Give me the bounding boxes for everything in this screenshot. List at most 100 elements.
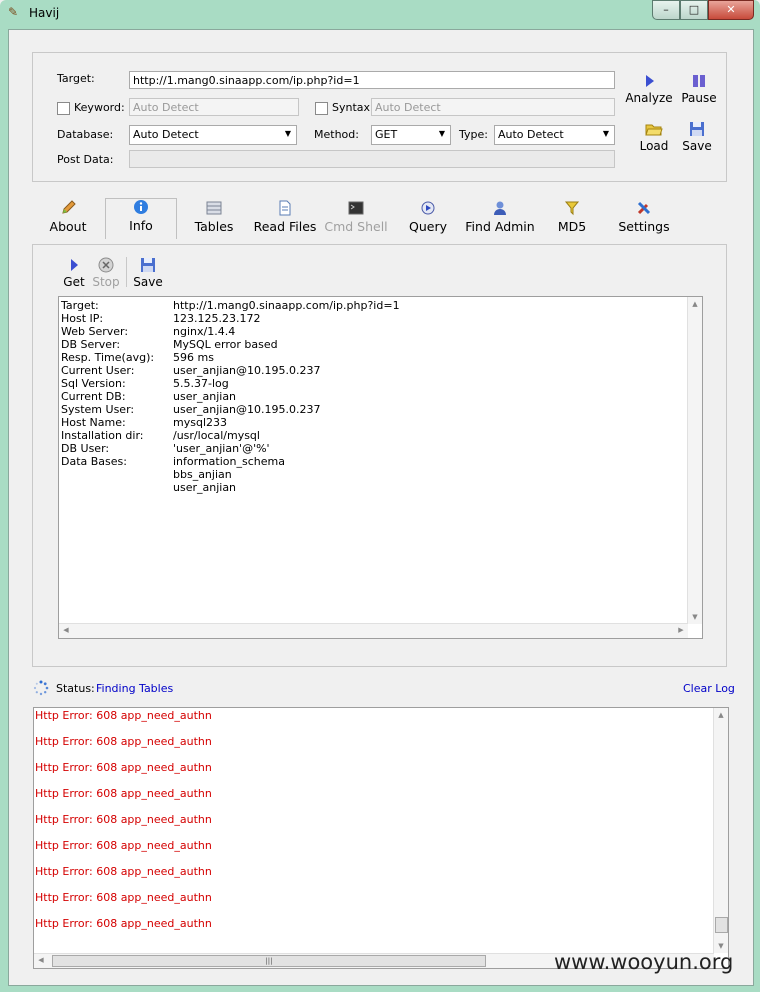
get-button[interactable]: Get — [61, 257, 87, 289]
toolbar-divider — [126, 257, 127, 287]
tab-md5-label: MD5 — [557, 219, 587, 234]
tab-query-label: Query — [409, 219, 447, 234]
get-label: Get — [63, 275, 85, 289]
type-select-value: Auto Detect — [498, 128, 564, 141]
log-vertical-scrollbar[interactable]: ▲ ▼ — [713, 708, 728, 953]
info-row: Target: http://1.mang0.sinaapp.com/ip.php… — [61, 299, 400, 312]
tab-cmd-shell[interactable]: Cmd Shell — [324, 200, 388, 240]
status-value: Finding Tables — [96, 682, 174, 695]
save-button[interactable]: Save — [678, 121, 716, 153]
info-row: bbs_anjian — [61, 468, 232, 481]
pencil-icon — [62, 200, 76, 214]
log-hscroll-thumb[interactable]: ||| — [52, 955, 486, 967]
info-key: Sql Version: — [61, 377, 126, 390]
database-label: Database: — [57, 128, 114, 141]
scroll-up-icon[interactable]: ▲ — [714, 711, 728, 719]
log-line: Http Error: 608 app_need_authn — [35, 917, 212, 930]
info-key: Host IP: — [61, 312, 104, 325]
info-row: Host IP: 123.125.23.172 — [61, 312, 260, 325]
info-vertical-scrollbar[interactable]: ▲ ▼ — [687, 297, 702, 624]
method-select[interactable]: GET ▼ — [371, 125, 451, 145]
info-horizontal-scrollbar[interactable]: ◀ ▶ — [59, 623, 688, 638]
play-icon — [71, 259, 78, 271]
info-value: 596 ms — [173, 351, 214, 364]
syntax-input[interactable]: Auto Detect — [371, 98, 615, 116]
info-value: mysql233 — [173, 416, 227, 429]
info-value: user_anjian — [173, 390, 237, 403]
type-label: Type: — [459, 128, 488, 141]
analyze-button[interactable]: Analyze — [624, 73, 674, 105]
info-save-button[interactable]: Save — [131, 257, 165, 289]
maximize-button[interactable]: □ — [680, 0, 708, 20]
scroll-down-icon[interactable]: ▼ — [688, 613, 702, 621]
target-input[interactable]: http://1.mang0.sinaapp.com/ip.php?id=1 — [129, 71, 615, 89]
title-bar[interactable]: ✎ Havij – □ ✕ — [0, 0, 760, 26]
query-icon — [421, 201, 435, 215]
window-title: Havij — [29, 6, 60, 20]
info-value: 123.125.23.172 — [173, 312, 261, 325]
havij-window: ✎ Havij – □ ✕ Target: http://1.mang0.sin… — [0, 0, 760, 992]
log-scroll-thumb[interactable] — [715, 917, 728, 933]
info-row: DB User: 'user_anjian'@'%' — [61, 442, 270, 455]
tab-md5[interactable]: MD5 — [549, 200, 595, 240]
method-select-value: GET — [375, 128, 398, 141]
syntax-checkbox[interactable] — [315, 102, 328, 115]
tab-read-files[interactable]: Read Files — [252, 200, 318, 240]
status-label: Status: — [56, 682, 95, 695]
postdata-input[interactable] — [129, 150, 615, 168]
clear-log-link[interactable]: Clear Log — [683, 682, 735, 695]
info-row: System User: user_anjian@10.195.0.237 — [61, 403, 321, 416]
info-key: System User: — [61, 403, 135, 416]
client-area: Target: http://1.mang0.sinaapp.com/ip.ph… — [8, 29, 754, 986]
tab-read-files-label: Read Files — [253, 219, 317, 234]
target-panel: Target: http://1.mang0.sinaapp.com/ip.ph… — [32, 52, 727, 182]
info-row: user_anjian — [61, 481, 236, 494]
floppy-save-icon — [141, 258, 155, 272]
keyword-input[interactable]: Auto Detect — [129, 98, 299, 116]
info-row: Web Server: nginx/1.4.4 — [61, 325, 235, 338]
scroll-down-icon[interactable]: ▼ — [714, 942, 728, 950]
pause-button[interactable]: Pause — [678, 73, 720, 105]
log-output[interactable]: Http Error: 608 app_need_authn Http Error… — [33, 707, 729, 969]
info-row: Installation dir: /usr/local/mysql — [61, 429, 260, 442]
tab-settings[interactable]: Settings — [616, 200, 672, 240]
stop-button[interactable]: Stop — [91, 257, 121, 289]
minimize-button[interactable]: – — [652, 0, 680, 20]
type-select[interactable]: Auto Detect ▼ — [494, 125, 615, 145]
tools-icon — [637, 201, 651, 215]
tab-info-label: Info — [129, 218, 153, 233]
info-key: DB Server: — [61, 338, 121, 351]
info-icon — [134, 200, 148, 214]
scroll-right-icon[interactable]: ▶ — [674, 626, 688, 634]
info-value: information_schema — [173, 455, 285, 468]
tab-tables[interactable]: Tables — [189, 200, 239, 240]
scroll-left-icon[interactable]: ◀ — [34, 956, 48, 964]
postdata-label: Post Data: — [57, 153, 114, 166]
tab-find-admin[interactable]: Find Admin — [464, 200, 536, 240]
info-key: Resp. Time(avg): — [61, 351, 155, 364]
scroll-left-icon[interactable]: ◀ — [59, 626, 73, 634]
key-icon — [564, 201, 580, 216]
load-button[interactable]: Load — [634, 121, 674, 153]
info-value: 5.5.37-log — [173, 377, 229, 390]
log-line: Http Error: 608 app_need_authn — [35, 761, 212, 774]
save-label: Save — [682, 139, 712, 153]
close-button[interactable]: ✕ — [708, 0, 754, 20]
pause-icon — [693, 75, 705, 87]
info-row: Current DB: user_anjian — [61, 390, 236, 403]
info-row: Data Bases: information_schema — [61, 455, 285, 468]
table-icon — [206, 201, 222, 215]
log-line: Http Error: 608 app_need_authn — [35, 813, 212, 826]
tab-info[interactable]: Info — [105, 198, 177, 239]
method-label: Method: — [314, 128, 359, 141]
scroll-up-icon[interactable]: ▲ — [688, 300, 702, 308]
keyword-checkbox[interactable] — [57, 102, 70, 115]
tab-about[interactable]: About — [42, 200, 94, 240]
database-select[interactable]: Auto Detect ▼ — [129, 125, 297, 145]
info-row: Host Name: mysql233 — [61, 416, 227, 429]
info-output[interactable]: Target: http://1.mang0.sinaapp.com/ip.php… — [58, 296, 703, 639]
tab-query[interactable]: Query — [403, 200, 453, 240]
info-value: nginx/1.4.4 — [173, 325, 236, 338]
info-key: Installation dir: — [61, 429, 144, 442]
log-line: Http Error: 608 app_need_authn — [35, 891, 212, 904]
